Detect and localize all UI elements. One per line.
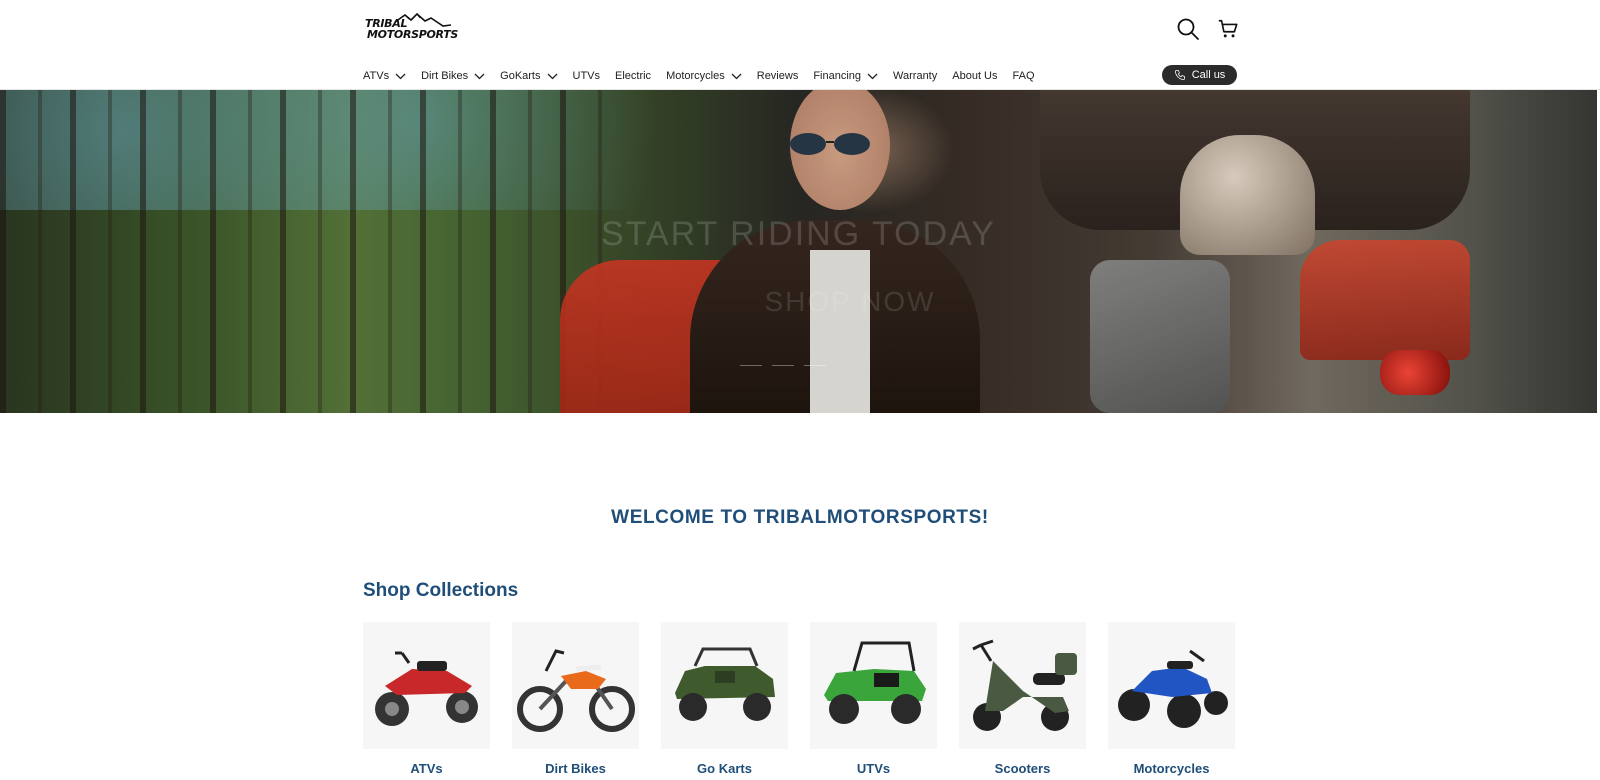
collections-grid: ATVs Dirt Bikes Go Karts UTVs Scooters M…: [363, 622, 1235, 776]
logo[interactable]: TRIBAL MOTORSPORTS: [365, 12, 460, 46]
chevron-down-icon: [395, 73, 406, 79]
logo-line-2: MOTORSPORTS: [367, 28, 459, 41]
call-us-label: Call us: [1191, 69, 1226, 81]
nav-item-gokarts[interactable]: GoKarts: [500, 70, 557, 82]
slide-dot-2[interactable]: [772, 365, 794, 366]
collection-label: UTVs: [856, 761, 891, 776]
hero-title: START RIDING TODAY: [601, 215, 996, 253]
nav-item-label: Financing: [813, 70, 862, 82]
slide-dot-1[interactable]: [740, 365, 762, 366]
chevron-down-icon: [547, 73, 557, 79]
collection-label: Scooters: [994, 761, 1051, 776]
cart-icon: [1218, 19, 1238, 38]
scooter-icon: [971, 639, 1077, 731]
nav-item-label: Dirt Bikes: [421, 70, 469, 82]
nav-item-financing[interactable]: Financing: [813, 70, 878, 82]
go-kart-icon: [674, 647, 775, 721]
nav-item-label: Electric: [615, 70, 652, 82]
nav-item-dirt-bikes[interactable]: Dirt Bikes: [421, 70, 485, 82]
chevron-down-icon: [474, 73, 485, 79]
collection-atvs[interactable]: ATVs: [363, 622, 490, 776]
nav-item-label: Reviews: [756, 70, 799, 82]
hero-banner[interactable]: START RIDING TODAY SHOP NOW: [0, 90, 1597, 413]
nav-item-about-us[interactable]: About Us: [952, 70, 997, 82]
main-nav: ATVs Dirt Bikes GoKarts UTVs Electric Mo…: [363, 66, 1050, 86]
nav-item-motorcycles[interactable]: Motorcycles: [666, 70, 742, 82]
cart-button[interactable]: [1213, 14, 1243, 44]
dirt-bike-icon: [516, 648, 635, 732]
atv-icon: [374, 651, 478, 726]
collection-motorcycles[interactable]: Motorcycles: [1108, 622, 1235, 776]
collection-label: ATVs: [410, 761, 443, 776]
chevron-down-icon: [731, 73, 742, 79]
logo-text: TRIBAL MOTORSPORTS: [365, 18, 458, 40]
collection-image[interactable]: [512, 622, 639, 749]
collection-image[interactable]: [959, 622, 1086, 749]
nav-item-label: UTVs: [572, 70, 601, 82]
utv-icon: [823, 641, 926, 724]
nav-item-label: ATVs: [363, 70, 390, 82]
hero-shop-now-button[interactable]: SHOP NOW: [710, 283, 990, 321]
nav-item-electric[interactable]: Electric: [615, 70, 651, 82]
phone-icon: [1174, 70, 1185, 80]
shop-collections-title: Shop Collections: [363, 580, 519, 601]
nav-item-label: Warranty: [893, 70, 938, 82]
collection-go-karts[interactable]: Go Karts: [661, 622, 788, 776]
motorcycle-icon: [1117, 649, 1228, 728]
nav-item-faq[interactable]: FAQ: [1013, 70, 1035, 82]
collection-image[interactable]: [1108, 622, 1235, 749]
nav-item-label: About Us: [952, 70, 998, 82]
slide-dot-3[interactable]: [804, 365, 826, 366]
collection-label: Go Karts: [697, 761, 752, 776]
nav-item-utvs[interactable]: UTVs: [573, 70, 601, 82]
collection-dirt-bikes[interactable]: Dirt Bikes: [512, 622, 639, 776]
chevron-down-icon: [867, 73, 878, 79]
search-button[interactable]: [1173, 14, 1203, 44]
collection-utvs[interactable]: UTVs: [810, 622, 937, 776]
welcome-heading: WELCOME TO TRIBALMOTORSPORTS!: [611, 507, 989, 528]
collection-label: Motorcycles: [1133, 761, 1210, 776]
collection-image[interactable]: [661, 622, 788, 749]
collection-scooters[interactable]: Scooters: [959, 622, 1086, 776]
nav-item-label: GoKarts: [500, 70, 541, 82]
nav-item-reviews[interactable]: Reviews: [757, 70, 799, 82]
collection-label: Dirt Bikes: [545, 761, 606, 776]
site-header: TRIBAL MOTORSPORTS ATVs Dirt Bikes GoKar…: [0, 0, 1600, 90]
collection-image[interactable]: [810, 622, 937, 749]
nav-item-label: FAQ: [1012, 70, 1035, 82]
nav-item-atvs[interactable]: ATVs: [363, 70, 406, 82]
nav-item-label: Motorcycles: [666, 70, 725, 82]
search-icon: [1177, 18, 1199, 40]
nav-item-warranty[interactable]: Warranty: [893, 70, 937, 82]
call-us-button[interactable]: Call us: [1162, 65, 1237, 85]
collection-image[interactable]: [363, 622, 490, 749]
slideshow-dots: [740, 365, 826, 366]
